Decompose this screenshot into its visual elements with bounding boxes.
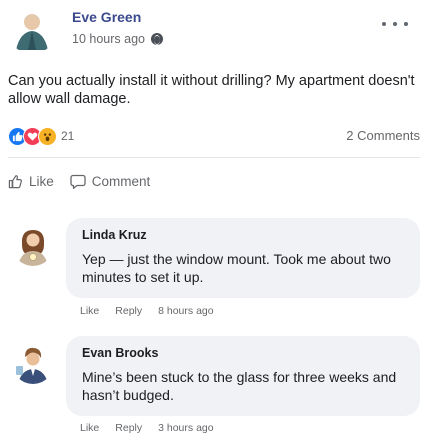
comment-like-button[interactable]: Like <box>80 422 99 434</box>
comment-text: Mine’s been stuck to the glass for three… <box>82 369 397 403</box>
like-label: Like <box>29 173 54 189</box>
more-icon <box>382 22 386 26</box>
comments-count-link[interactable]: 2 Comments <box>346 128 420 143</box>
post-actions: Like Comment <box>8 170 150 192</box>
comment-reply-button[interactable]: Reply <box>115 422 142 434</box>
like-button[interactable]: Like <box>8 170 54 192</box>
wow-reaction-icon <box>38 126 57 146</box>
comment-actions: Like Reply 3 hours ago <box>80 422 214 434</box>
globe-icon <box>150 33 163 45</box>
reactions-summary[interactable]: 21 <box>8 125 74 147</box>
comment-like-button[interactable]: Like <box>80 305 99 317</box>
post-text: Can you actually install it without dril… <box>8 73 415 107</box>
commenter-avatar[interactable] <box>12 342 54 384</box>
post-stats: 21 2 Comments <box>8 125 420 149</box>
post-header: Eve Green 10 hours ago <box>0 0 426 62</box>
comment-icon <box>70 174 86 189</box>
comment-text: Yep — just the window mount. Took me abo… <box>82 251 391 285</box>
like-icon <box>8 174 22 188</box>
post-author-name[interactable]: Eve Green <box>72 9 141 25</box>
commenter-name[interactable]: Evan Brooks <box>82 346 404 360</box>
comment-time: 3 hours ago <box>158 422 214 434</box>
more-options-button[interactable] <box>382 14 408 34</box>
divider <box>8 157 420 158</box>
comment-actions: Like Reply 8 hours ago <box>80 305 214 317</box>
comment-label: Comment <box>91 173 151 189</box>
post-meta: 10 hours ago <box>72 32 163 46</box>
commenter-name[interactable]: Linda Kruz <box>82 228 404 242</box>
post-time[interactable]: 10 hours ago <box>72 32 145 46</box>
comment-button[interactable]: Comment <box>70 170 151 192</box>
reaction-count: 21 <box>61 129 75 143</box>
comment-time: 8 hours ago <box>158 305 214 317</box>
author-avatar[interactable] <box>8 6 56 54</box>
commenter-avatar[interactable] <box>12 224 54 266</box>
comment-bubble: Linda Kruz Yep — just the window mount. … <box>66 218 420 298</box>
comment-reply-button[interactable]: Reply <box>115 305 142 317</box>
comment-bubble: Evan Brooks Mine’s been stuck to the gla… <box>66 336 420 416</box>
